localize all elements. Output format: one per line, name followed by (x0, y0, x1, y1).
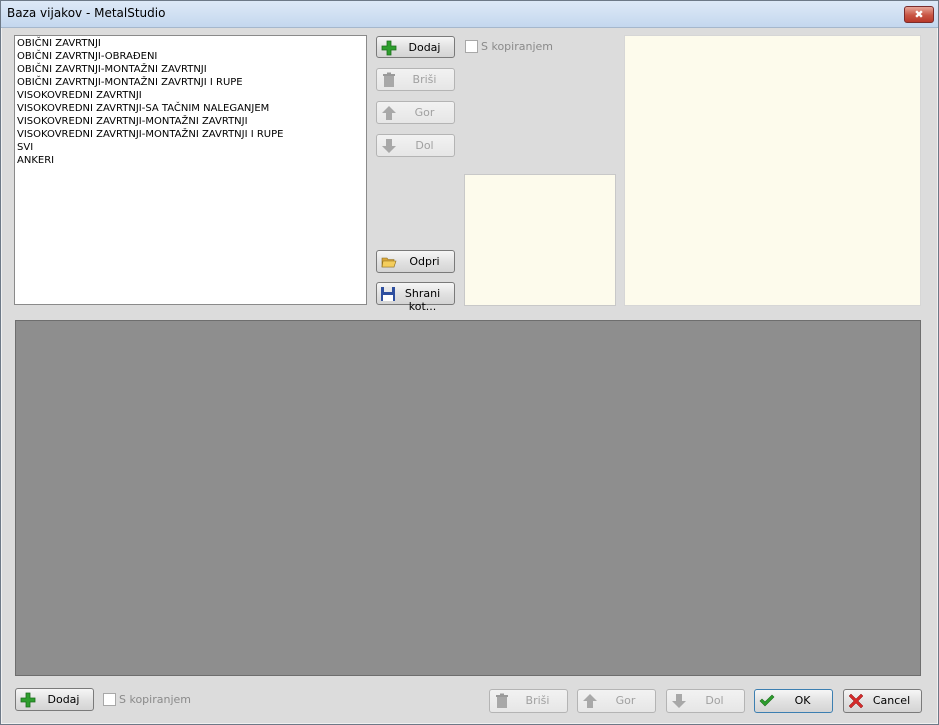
open-button[interactable]: Odpri (376, 250, 455, 273)
add-button[interactable]: Dodaj (376, 36, 455, 58)
bottom-move-down-button[interactable]: Dol (666, 689, 745, 713)
copy-checkbox-bottom[interactable]: S kopiranjem (103, 693, 191, 706)
cancel-button[interactable]: Cancel (843, 689, 922, 713)
move-down-button[interactable]: Dol (376, 134, 455, 157)
title-bar[interactable]: Baza vijakov - MetalStudio ✖ (1, 1, 938, 28)
checkbox-box[interactable] (465, 40, 478, 53)
save-as-button[interactable]: Shrani kot... (376, 282, 455, 313)
close-button[interactable]: ✖ (904, 6, 934, 23)
list-item[interactable]: VISOKOVREDNI ZAVRTNJI-MONTAŽNI ZAVRTNJI … (17, 128, 364, 141)
delete-button-label: Briši (412, 73, 437, 86)
open-button-label: Odpri (409, 255, 440, 268)
bottom-delete-button[interactable]: Briši (489, 689, 568, 713)
move-up-button[interactable]: Gor (376, 101, 455, 124)
items-grid-area[interactable] (15, 320, 921, 676)
list-item[interactable]: VISOKOVREDNI ZAVRTNJI-MONTAŽNI ZAVRTNJI (17, 115, 364, 128)
list-item[interactable]: VISOKOVREDNI ZAVRTNJI-SA TAČNIM NALEGANJ… (17, 102, 364, 115)
checkbox-box[interactable] (103, 693, 116, 706)
add-button-label: Dodaj (408, 41, 441, 54)
list-item[interactable]: OBIČNI ZAVRTNJI-MONTAŽNI ZAVRTNJI I RUPE (17, 76, 364, 89)
bottom-add-button-label: Dodaj (47, 693, 80, 706)
list-item[interactable]: OBIČNI ZAVRTNJI-OBRAĐENI (17, 50, 364, 63)
list-item[interactable]: OBIČNI ZAVRTNJI-MONTAŽNI ZAVRTNJI (17, 63, 364, 76)
bottom-move-down-button-label: Dol (705, 694, 724, 707)
bottom-move-up-button-label: Gor (615, 694, 636, 707)
save-as-button-label: Shrani kot... (404, 287, 441, 313)
ok-button[interactable]: OK (754, 689, 833, 713)
move-up-button-label: Gor (414, 106, 435, 119)
list-item[interactable]: ANKERI (17, 154, 364, 167)
copy-checkbox-top[interactable]: S kopiranjem (465, 40, 553, 53)
preview-panel (624, 35, 921, 306)
ok-button-label: OK (794, 694, 811, 707)
cancel-button-label: Cancel (872, 694, 911, 707)
delete-button[interactable]: Briši (376, 68, 455, 91)
bottom-move-up-button[interactable]: Gor (577, 689, 656, 713)
small-preview-panel (464, 174, 616, 306)
list-item[interactable]: VISOKOVREDNI ZAVRTNJI (17, 89, 364, 102)
copy-checkbox-label: S kopiranjem (119, 693, 191, 706)
window-title: Baza vijakov - MetalStudio (7, 6, 166, 20)
bottom-add-button[interactable]: Dodaj (15, 688, 94, 711)
list-item[interactable]: SVI (17, 141, 364, 154)
list-item[interactable]: OBIČNI ZAVRTNJI (17, 37, 364, 50)
copy-checkbox-label: S kopiranjem (481, 40, 553, 53)
move-down-button-label: Dol (415, 139, 434, 152)
bottom-delete-button-label: Briši (525, 694, 550, 707)
category-list[interactable]: OBIČNI ZAVRTNJI OBIČNI ZAVRTNJI-OBRAĐENI O… (14, 35, 367, 305)
